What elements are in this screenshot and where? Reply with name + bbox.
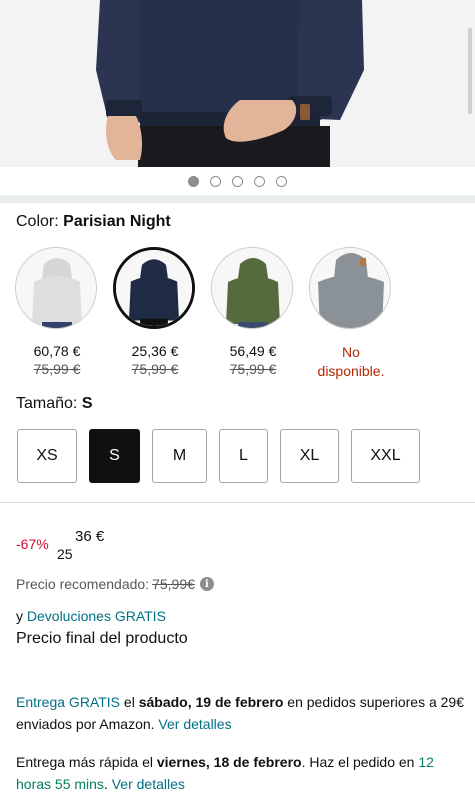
swatch-price: 56,49 € [229,343,277,359]
carousel-dot[interactable] [232,175,243,187]
color-swatch-light-grey[interactable]: 60,78 € 75,99 € [15,247,99,377]
swatch-list-price: 75,99 € [33,361,81,377]
price-fraction: 36 € [75,528,105,545]
price-whole: 25 [57,546,73,562]
swatch-price: 25,36 € [131,343,179,359]
color-swatches: 60,78 € 75,99 € 25,36 € 75,99 € 56,49 € … [15,247,475,383]
info-icon[interactable]: i [199,577,214,591]
section-separator [0,195,475,203]
swatch-image [211,247,293,329]
swatch-image [309,247,391,329]
carousel-dot[interactable] [210,175,221,187]
carousel-dot[interactable] [188,175,199,187]
delivery-text: el [120,694,139,710]
selected-color-name: Parisian Night [63,213,171,230]
delivery-text: . [103,776,112,792]
color-swatch-grey[interactable]: No disponible. [309,247,393,381]
swatch-price: 60,78 € [33,343,81,359]
delivery-text: . Haz el pedido en [301,754,419,770]
free-returns-link[interactable]: Devoluciones GRATIS [27,608,166,624]
free-delivery-link[interactable]: Entrega GRATIS [16,694,120,710]
delivery-details-link[interactable]: Ver detalles [158,716,231,732]
swatch-list-price: 75,99 € [229,361,277,377]
selected-size: S [81,395,93,412]
swatch-image [113,247,195,329]
size-selection-label: Tamaño: S [16,395,93,413]
color-swatch-olive[interactable]: 56,49 € 75,99 € [211,247,295,377]
swatch-unavailable: No disponible. [317,344,385,379]
image-scrollbar[interactable] [468,28,472,114]
fast-delivery-date: viernes, 18 de febrero [156,754,302,770]
delivery-date: sábado, 19 de febrero [138,694,284,710]
size-button-xl[interactable]: XL [280,429,339,483]
swatch-image [15,247,97,329]
carousel-dot[interactable] [276,175,287,187]
recommended-price: Precio recomendado: 75,99€ i [16,576,214,592]
final-price-text: Precio final del producto [16,630,188,647]
returns-prefix: y [16,608,23,624]
hoodie-photo [0,0,475,167]
color-selection-label: Color: Parisian Night [16,213,171,231]
swatch-list-price: 75,99 € [131,361,179,377]
returns-line: y Devoluciones GRATIS [16,608,166,624]
color-swatch-parisian-night[interactable]: 25,36 € 75,99 € [113,247,197,377]
size-button-xs[interactable]: XS [17,429,77,483]
discount-percent: -67% [16,536,49,552]
fast-delivery-message: Entrega más rápida el viernes, 18 de feb… [16,751,466,795]
delivery-text: Entrega más rápida el [16,754,157,770]
color-label: Color: [16,213,59,230]
image-carousel-dots [0,167,475,195]
fast-delivery-details-link[interactable]: Ver detalles [112,776,185,792]
recommended-price-value: 75,99€ [152,576,195,592]
product-image[interactable] [0,0,475,167]
size-label: Tamaño: [16,395,78,412]
size-button-l[interactable]: L [219,429,268,483]
carousel-dot[interactable] [254,175,265,187]
price-block: -67% 25 36 € [16,526,316,566]
divider [0,502,475,503]
size-button-xxl[interactable]: XXL [351,429,420,483]
recommended-price-label: Precio recomendado: [16,576,150,592]
size-button-s[interactable]: S [89,429,140,483]
size-button-m[interactable]: M [152,429,207,483]
free-delivery-message: Entrega GRATIS el sábado, 19 de febrero … [16,691,466,735]
